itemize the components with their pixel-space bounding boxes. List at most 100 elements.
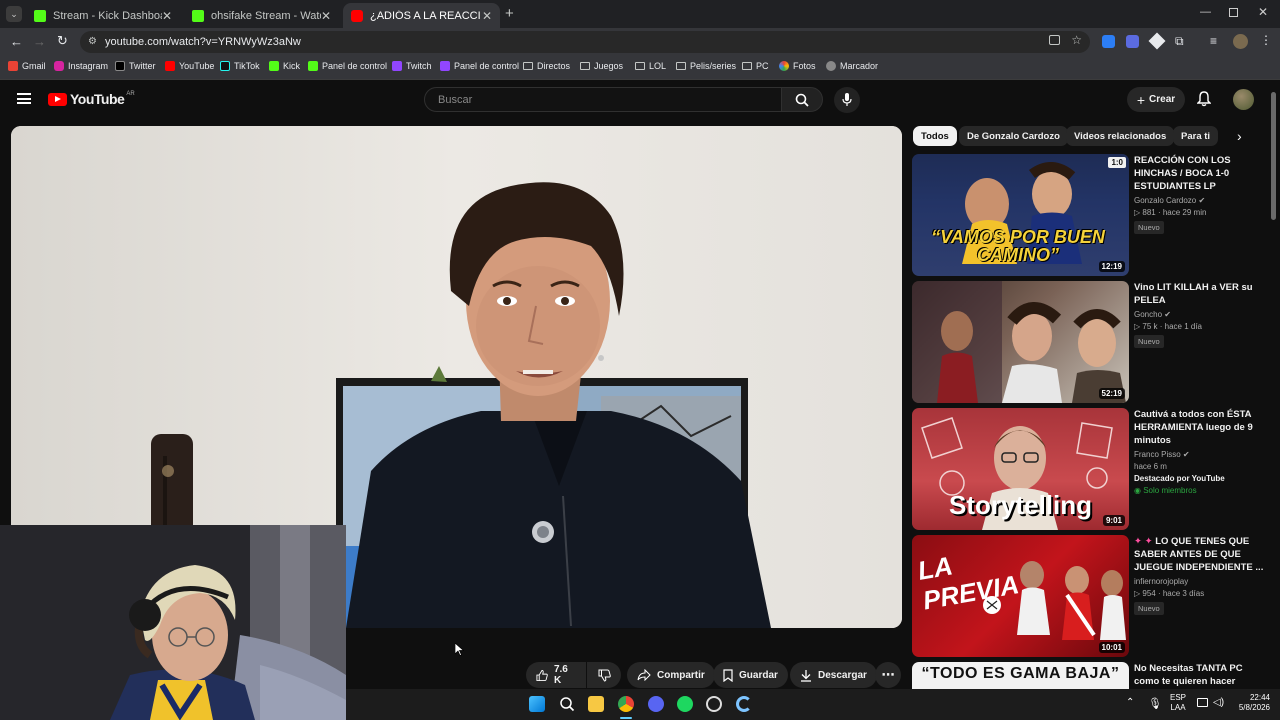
bookmark-tiktok[interactable]: TikTok <box>220 61 260 71</box>
bookmark-kick[interactable]: Kick <box>269 61 300 71</box>
tab-search-button[interactable]: ⌄ <box>6 6 22 22</box>
tray-overflow-chevron-icon[interactable]: ⌃ <box>1126 697 1134 708</box>
new-tab-button[interactable]: + <box>505 5 514 22</box>
microphone-tray-icon[interactable]: 🎙 <box>1148 697 1162 710</box>
bookmark-folder-directos[interactable]: Directos <box>523 61 570 71</box>
install-app-icon[interactable] <box>1049 35 1060 45</box>
chrome-icon[interactable] <box>618 696 634 712</box>
more-actions-button[interactable]: ⋯ <box>875 662 901 688</box>
recommended-video-card[interactable]: 52:19 Vino LIT KILLAH a VER su PELEA Gon… <box>912 281 1272 403</box>
network-icon[interactable] <box>1197 698 1208 707</box>
video-title-row[interactable]: ✦ ✦ LO QUE TENES QUE SABER ANTES DE QUE … <box>1134 535 1270 574</box>
download-button[interactable]: Descargar <box>790 662 877 688</box>
video-thumbnail[interactable]: LA PREVIA 10:01 <box>912 535 1129 657</box>
bookmark-panel-control-kick[interactable]: Panel de control <box>308 61 387 71</box>
browser-menu-icon[interactable]: ⋮ <box>1260 33 1272 47</box>
site-info-icon[interactable]: ⚙ <box>88 36 97 47</box>
bookmark-twitter[interactable]: Twitter <box>115 61 156 71</box>
bookmark-folder-pelis[interactable]: Pelis/series <box>676 61 736 71</box>
bookmark-folder-lol[interactable]: LOL <box>635 61 666 71</box>
language-indicator[interactable]: ESP LAA <box>1170 693 1186 713</box>
chip-videos-relacionados[interactable]: Videos relacionados <box>1066 126 1175 146</box>
notifications-bell-icon[interactable] <box>1196 91 1212 112</box>
extension-icon[interactable] <box>1148 32 1166 50</box>
reload-icon[interactable]: ↻ <box>57 33 68 49</box>
close-tab-icon[interactable]: ✕ <box>482 9 492 23</box>
windows-start-icon[interactable] <box>529 696 545 712</box>
save-button[interactable]: Guardar <box>713 662 788 688</box>
speaker-icon[interactable]: ◁) <box>1213 697 1224 708</box>
video-title[interactable]: No Necesitas TANTA PC como te quieren ha… <box>1134 662 1270 689</box>
video-thumbnail[interactable]: 52:19 <box>912 281 1129 403</box>
bookmark-instagram[interactable]: Instagram <box>54 61 108 71</box>
bookmark-fotos[interactable]: Fotos <box>779 61 816 71</box>
dislike-button[interactable] <box>587 662 621 688</box>
channel-name[interactable]: infiernorojoplay <box>1134 577 1270 586</box>
close-tab-icon[interactable]: ✕ <box>321 9 331 23</box>
recommended-video-card[interactable]: LA PREVIA 10:01 ✦ ✦ LO QUE TENES QUE SAB… <box>912 535 1272 657</box>
user-avatar[interactable] <box>1233 89 1254 110</box>
spotify-icon[interactable] <box>677 696 693 712</box>
discord-icon[interactable] <box>648 696 664 712</box>
video-duration: 9:01 <box>1102 515 1125 526</box>
like-button[interactable]: 7.6 K <box>526 662 586 688</box>
close-tab-icon[interactable]: ✕ <box>162 9 172 23</box>
address-bar[interactable]: ⚙ youtube.com/watch?v=YRNWyWz3aNw ☆ <box>80 31 1090 53</box>
profile-avatar-icon[interactable] <box>1233 34 1248 49</box>
youtube-icon <box>165 61 175 71</box>
voice-search-button[interactable] <box>834 87 860 113</box>
back-arrow-icon[interactable]: ← <box>10 34 23 49</box>
bookmark-gmail[interactable]: Gmail <box>8 61 46 71</box>
browser-tab-ohsifake-stream[interactable]: ohsifake Stream - Watch Live o ✕ <box>184 3 339 28</box>
close-window-button[interactable]: ✕ <box>1258 5 1268 19</box>
taskbar-search-icon[interactable] <box>559 696 575 712</box>
browser-tab-youtube-active[interactable]: ¿ADIÓS A LA REACCIÓN CON ✕ <box>343 3 500 28</box>
channel-row[interactable]: Goncho ✔ <box>1134 310 1270 319</box>
minimize-window-button[interactable]: — <box>1200 6 1211 18</box>
emoji-icon: ✦ ✦ <box>1134 536 1153 547</box>
channel-name: Franco Pisso <box>1134 450 1181 459</box>
youtube-logo[interactable]: YouTube AR <box>48 91 135 107</box>
video-title[interactable]: Cautivá a todos con ÉSTA HERRAMIENTA lue… <box>1134 408 1270 447</box>
reading-list-icon[interactable]: ≡ <box>1210 34 1217 48</box>
bookmark-folder-pc[interactable]: PC <box>742 61 769 71</box>
bookmark-panel-control-twitch[interactable]: Panel de control <box>440 61 519 71</box>
recommended-video-card[interactable]: 1:0 “VAMOS POR BUEN CAMINO” 12:19 REACCI… <box>912 154 1272 276</box>
bookmark-marcador[interactable]: Marcador <box>826 61 878 71</box>
video-title[interactable]: Vino LIT KILLAH a VER su PELEA <box>1134 281 1270 307</box>
forward-arrow-icon[interactable]: → <box>33 34 46 49</box>
bookmark-youtube[interactable]: YouTube <box>165 61 214 71</box>
recommended-video-card[interactable]: Storytelling 9:01 Cautivá a todos con ÉS… <box>912 408 1272 530</box>
bookmark-label: Pelis/series <box>690 61 737 71</box>
clock[interactable]: 22:44 5/8/2026 <box>1230 693 1270 713</box>
obs-icon[interactable] <box>706 696 722 712</box>
app-icon[interactable] <box>736 696 752 712</box>
recommended-video-card[interactable]: “TODO ES GAMA BAJA” No Necesitas TANTA P… <box>912 662 1272 689</box>
chips-next-chevron-icon[interactable]: › <box>1237 128 1242 144</box>
channel-row[interactable]: Gonzalo Cardozo ✔ <box>1134 196 1270 205</box>
chip-todos[interactable]: Todos <box>913 126 957 146</box>
tab-title: Stream - Kick Dashboard <box>53 9 162 22</box>
chip-para-ti[interactable]: Para ti <box>1173 126 1219 146</box>
video-thumbnail[interactable]: Storytelling 9:01 <box>912 408 1129 530</box>
bookmark-star-icon[interactable]: ☆ <box>1071 33 1082 47</box>
create-button[interactable]: + Crear <box>1127 87 1185 112</box>
share-button[interactable]: Compartir <box>627 662 715 688</box>
chip-de-gonzalo-cardozo[interactable]: De Gonzalo Cardozo <box>959 126 1068 146</box>
channel-row[interactable]: Franco Pisso ✔ <box>1134 450 1270 459</box>
extension-icon[interactable] <box>1102 35 1115 48</box>
video-thumbnail[interactable]: “TODO ES GAMA BAJA” <box>912 662 1129 689</box>
bookmark-twitch[interactable]: Twitch <box>392 61 432 71</box>
maximize-window-button[interactable] <box>1229 8 1238 17</box>
hamburger-menu-icon[interactable] <box>17 93 31 104</box>
extensions-puzzle-icon[interactable]: ⧉ <box>1175 34 1184 49</box>
search-button[interactable] <box>781 87 823 112</box>
views-play-icon: ▷ <box>1134 322 1141 331</box>
bookmark-folder-juegos[interactable]: Juegos <box>580 61 623 71</box>
extension-icon[interactable] <box>1126 35 1139 48</box>
file-explorer-icon[interactable] <box>588 696 604 712</box>
video-thumbnail[interactable]: 1:0 “VAMOS POR BUEN CAMINO” 12:19 <box>912 154 1129 276</box>
video-title[interactable]: REACCIÓN CON LOS HINCHAS / BOCA 1-0 ESTU… <box>1134 154 1270 193</box>
browser-tab-kick-dashboard[interactable]: Stream - Kick Dashboard ✕ <box>26 3 180 28</box>
search-input[interactable]: Buscar <box>424 87 782 112</box>
